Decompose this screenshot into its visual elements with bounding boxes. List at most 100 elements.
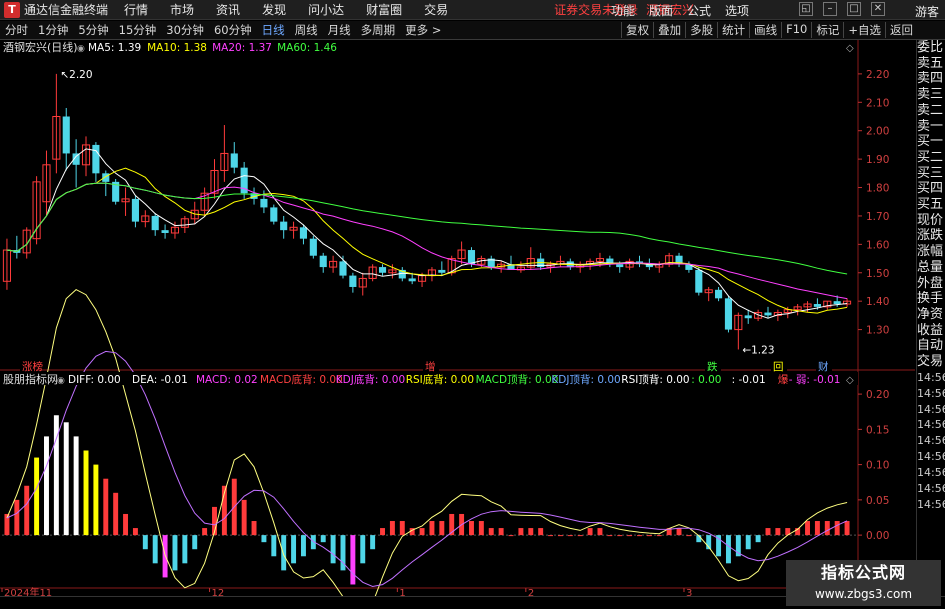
side-time-5: 14:56 bbox=[917, 418, 945, 432]
menu-item-layout[interactable]: 版面 bbox=[649, 2, 673, 19]
minimize-icon[interactable]: – bbox=[823, 2, 837, 16]
candle-body-16 bbox=[161, 230, 169, 233]
side-item-17[interactable]: 净资 bbox=[917, 307, 945, 323]
side-item-3[interactable]: 卖三 bbox=[917, 87, 945, 103]
menu-item-news[interactable]: 资讯 bbox=[216, 1, 240, 18]
side-item-15[interactable]: 外盘 bbox=[917, 276, 945, 292]
side-item-14[interactable]: 总量 bbox=[917, 260, 945, 276]
macd-bar-49 bbox=[488, 528, 494, 536]
restore-icon[interactable]: ◱ bbox=[799, 2, 813, 16]
chart-button-8[interactable]: 返回 bbox=[885, 22, 917, 38]
period-tab-4[interactable]: 30分钟 bbox=[161, 22, 209, 38]
side-item-7[interactable]: 买二 bbox=[917, 150, 945, 166]
side-item-4[interactable]: 卖二 bbox=[917, 103, 945, 119]
macd-bar-7 bbox=[73, 436, 79, 536]
chart-button-1[interactable]: 叠加 bbox=[653, 22, 685, 38]
menu-item-ask[interactable]: 问小达 bbox=[308, 1, 344, 18]
chart-buttons: 复权 叠加 多股 统计 画线 F10 标记 +自选 返回 bbox=[621, 22, 917, 38]
macd-bar-12 bbox=[123, 513, 129, 536]
macd-bar-20 bbox=[202, 528, 208, 536]
macd-bar-26 bbox=[261, 535, 267, 543]
side-item-6[interactable]: 买一 bbox=[917, 134, 945, 150]
period-tab-3[interactable]: 15分钟 bbox=[114, 22, 162, 38]
macd-bar-84 bbox=[834, 521, 840, 536]
guest-label[interactable]: 游客 bbox=[915, 3, 939, 20]
date-tick-0: 2024年11 bbox=[4, 586, 52, 596]
macd-bar-37 bbox=[370, 535, 376, 550]
side-item-9[interactable]: 买四 bbox=[917, 181, 945, 197]
main-diamond-icon: ◇ bbox=[846, 43, 854, 54]
candle-body-9 bbox=[92, 144, 100, 174]
macd-bar-15 bbox=[152, 535, 158, 564]
menu-item-discover[interactable]: 发现 bbox=[262, 1, 286, 18]
period-tab-10[interactable]: 更多 > bbox=[400, 22, 446, 38]
menu-item-function[interactable]: 功能 bbox=[611, 2, 635, 19]
price-tick-5: 1.70 bbox=[866, 211, 889, 223]
macd-bar-69 bbox=[686, 535, 692, 537]
side-item-18[interactable]: 收益 bbox=[917, 323, 945, 339]
chart-button-5[interactable]: F10 bbox=[781, 22, 811, 38]
macd-bar-11 bbox=[113, 492, 119, 536]
chart-button-3[interactable]: 统计 bbox=[717, 22, 749, 38]
maximize-icon[interactable]: □ bbox=[847, 2, 861, 16]
period-tab-5[interactable]: 60分钟 bbox=[209, 22, 257, 38]
ma-line-60 bbox=[6, 182, 848, 275]
side-time-7: 14:56 bbox=[917, 450, 945, 464]
menu-item-wealth[interactable]: 财富圈 bbox=[366, 1, 402, 18]
period-tab-6[interactable]: 日线 bbox=[257, 22, 290, 38]
macd-bar-25 bbox=[251, 521, 257, 536]
macd-bar-53 bbox=[528, 528, 534, 536]
macd-bar-3 bbox=[34, 457, 40, 536]
macd-bar-73 bbox=[725, 535, 731, 564]
side-item-11[interactable]: 现价 bbox=[917, 213, 945, 229]
period-tabs: 分时 1分钟 5分钟 15分钟 30分钟 60分钟 日线 周线 月线 多周期 更多 > bbox=[0, 22, 446, 38]
macd-bar-82 bbox=[814, 521, 820, 536]
high-price-label: ↖2.20 bbox=[60, 69, 92, 81]
candle-body-41 bbox=[408, 278, 416, 282]
menu-item-formula[interactable]: 公式 bbox=[687, 2, 711, 19]
date-tick-3: 2 bbox=[528, 588, 534, 596]
period-toolbar: 分时 1分钟 5分钟 15分钟 30分钟 60分钟 日线 周线 月线 多周期 更多 > 复权 叠加 多股… bbox=[0, 21, 945, 40]
chart-button-2[interactable]: 多股 bbox=[685, 22, 717, 38]
side-item-10[interactable]: 买五 bbox=[917, 197, 945, 213]
period-tab-9[interactable]: 多周期 bbox=[356, 22, 401, 38]
side-time-8: 14:56 bbox=[917, 466, 945, 480]
side-item-8[interactable]: 买三 bbox=[917, 166, 945, 182]
side-item-2[interactable]: 卖四 bbox=[917, 71, 945, 87]
chart-area[interactable]: 2.20 2.10 2.00 1.90 1.80 1.70 1.60 1.50 1.40 1.30… bbox=[0, 40, 915, 609]
chart-button-0[interactable]: 复权 bbox=[621, 22, 653, 38]
chart-button-7[interactable]: +自选 bbox=[843, 22, 885, 38]
menu-item-market[interactable]: 市场 bbox=[170, 1, 194, 18]
macd-bar-19 bbox=[192, 535, 198, 550]
candle-body-26 bbox=[260, 198, 268, 208]
ind-tick-0: 0.20 bbox=[866, 389, 889, 401]
side-item-5[interactable]: 卖一 bbox=[917, 119, 945, 135]
period-tab-2[interactable]: 5分钟 bbox=[73, 22, 113, 38]
macd-bar-51 bbox=[508, 535, 514, 537]
macd-bar-61 bbox=[607, 535, 613, 537]
side-time-4: 14:56 bbox=[917, 402, 945, 416]
period-tab-8[interactable]: 月线 bbox=[323, 22, 356, 38]
kline-chart[interactable]: 2.20 2.10 2.00 1.90 1.80 1.70 1.60 1.50 1.40 1.30… bbox=[0, 40, 915, 609]
side-item-13[interactable]: 涨幅 bbox=[917, 244, 945, 260]
candle-body-28 bbox=[280, 221, 288, 231]
menu-item-options[interactable]: 选项 bbox=[725, 2, 749, 19]
candle-body-15 bbox=[151, 215, 159, 231]
app-logo-icon: T bbox=[4, 1, 20, 18]
menu-item-trade[interactable]: 交易 bbox=[424, 1, 448, 18]
side-item-0[interactable]: 委比 bbox=[917, 40, 945, 56]
period-tab-1[interactable]: 1分钟 bbox=[33, 22, 73, 38]
side-item-16[interactable]: 换手 bbox=[917, 291, 945, 307]
candle-body-35 bbox=[349, 275, 357, 287]
period-tab-0[interactable]: 分时 bbox=[0, 22, 33, 38]
close-icon[interactable]: ✕ bbox=[871, 2, 885, 16]
chart-button-4[interactable]: 画线 bbox=[749, 22, 781, 38]
price-tick-2: 2.00 bbox=[866, 126, 889, 138]
candle-body-10 bbox=[102, 173, 110, 182]
period-tab-7[interactable]: 周线 bbox=[290, 22, 323, 38]
chart-button-6[interactable]: 标记 bbox=[811, 22, 843, 38]
side-item-1[interactable]: 卖五 bbox=[917, 56, 945, 72]
macd-bar-9 bbox=[93, 464, 99, 536]
menu-item-quotes[interactable]: 行情 bbox=[124, 1, 148, 18]
side-item-12[interactable]: 涨跌 bbox=[917, 228, 945, 244]
